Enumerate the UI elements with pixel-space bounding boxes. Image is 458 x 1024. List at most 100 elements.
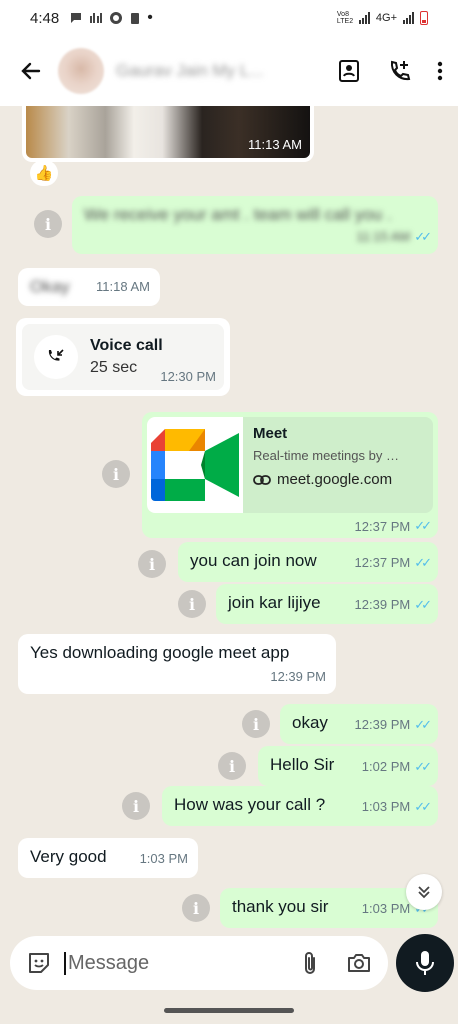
double-chevron-down-icon — [418, 886, 430, 899]
link-title: Meet — [253, 425, 288, 442]
link-preview-card[interactable]: Meet Real-time meetings by … meet.google… — [147, 417, 433, 513]
attach-icon — [305, 952, 315, 974]
message-text: Hello Sir — [270, 755, 335, 774]
outgoing-message[interactable]: okay 12:39 PM ✓✓ — [280, 704, 438, 744]
missed-call-icon — [34, 335, 78, 379]
composer-actions — [302, 950, 372, 976]
message-meta: 12:39 PM ✓✓ — [354, 594, 432, 616]
message-text: you can join now — [190, 551, 317, 570]
message-input[interactable] — [64, 951, 264, 975]
read-ticks-icon: ✓✓ — [414, 799, 432, 814]
message-time: 12:39 PM — [270, 669, 326, 684]
reaction-badge[interactable]: 👍 — [30, 160, 58, 186]
message-text: thank you sir — [232, 897, 329, 916]
read-ticks-icon: ✓✓ — [414, 518, 432, 533]
message-meta: 1:02 PM ✓✓ — [361, 756, 432, 778]
image-message[interactable]: 11:13 AM — [22, 106, 314, 162]
attach-button[interactable] — [302, 950, 318, 976]
message-time: 1:03 PM — [139, 851, 188, 866]
message-time: 12:37 PM — [354, 555, 411, 570]
message-time: 12:39 PM — [354, 717, 411, 732]
scroll-to-bottom-button[interactable] — [406, 874, 442, 910]
camera-button[interactable] — [346, 951, 372, 975]
info-icon[interactable]: i — [218, 752, 246, 780]
message-text: okay — [292, 713, 328, 732]
chat-header: Gaurav Jain My L... — [0, 36, 458, 106]
contact-card-button[interactable] — [336, 58, 362, 84]
mic-icon — [416, 951, 434, 975]
network-activity-icon — [90, 13, 103, 23]
back-button[interactable] — [14, 54, 48, 88]
camera-icon — [348, 954, 370, 972]
message-text: Yes downloading google meet app — [30, 643, 290, 662]
info-icon[interactable]: i — [242, 710, 270, 738]
message-text: How was your call ? — [174, 795, 326, 814]
call-duration: 25 sec — [90, 359, 138, 376]
contact-avatar[interactable] — [58, 48, 104, 94]
outgoing-message[interactable]: We receive your amt . team will call you… — [72, 196, 438, 254]
contact-card-icon — [339, 60, 359, 82]
read-ticks-icon: ✓✓ — [414, 229, 432, 244]
outgoing-message[interactable]: you can join now 12:37 PM ✓✓ — [178, 542, 438, 582]
gesture-nav-handle[interactable] — [164, 1008, 294, 1013]
read-ticks-icon: ✓✓ — [414, 717, 432, 732]
dot-icon: • — [147, 9, 153, 26]
message-meta: 11:18 AM — [96, 276, 150, 298]
info-icon[interactable]: i — [102, 460, 130, 488]
contact-name[interactable]: Gaurav Jain My L... — [116, 61, 296, 81]
volte-label: Vo8 LTE2 — [336, 11, 354, 25]
notification-icons: • — [69, 9, 153, 26]
message-composer — [10, 936, 388, 990]
chat-bubble-icon — [71, 13, 82, 23]
incoming-message[interactable]: Very good 1:03 PM — [18, 838, 198, 878]
signal-icon-2 — [403, 12, 414, 24]
sticker-button[interactable] — [26, 950, 52, 976]
message-meta: 12:39 PM — [270, 666, 326, 688]
voice-call-message[interactable]: Voice call 25 sec 12:30 PM — [16, 318, 230, 396]
add-call-button[interactable] — [386, 58, 412, 84]
incoming-message[interactable]: Okay 11:18 AM — [18, 268, 160, 306]
link-info: Meet Real-time meetings by … meet.google… — [243, 417, 433, 513]
link-url-row[interactable]: meet.google.com — [253, 471, 423, 488]
message-time: 12:30 PM — [160, 369, 216, 384]
message-meta: 12:37 PM ✓✓ — [354, 552, 432, 574]
info-icon[interactable]: i — [182, 894, 210, 922]
read-ticks-icon: ✓✓ — [414, 759, 432, 774]
network-label: 4G+ — [375, 12, 397, 24]
message-time: 11:18 AM — [96, 279, 150, 294]
clipboard-icon — [131, 13, 140, 24]
message-time: 12:39 PM — [354, 597, 411, 612]
message-meta: 12:39 PM ✓✓ — [354, 714, 432, 736]
system-indicators: Vo8 LTE2 4G+ — [337, 11, 428, 25]
add-call-icon — [390, 60, 411, 81]
read-ticks-icon: ✓✓ — [414, 555, 432, 570]
call-title: Voice call — [90, 337, 163, 354]
header-actions — [336, 58, 444, 84]
more-options-button[interactable] — [436, 59, 444, 83]
chat-area[interactable]: 11:13 AM 👍 i We receive your amt . team … — [0, 106, 458, 932]
message-time: 11:15 AM — [356, 229, 411, 244]
link-preview-message[interactable]: Meet Real-time meetings by … meet.google… — [142, 412, 438, 538]
incoming-message[interactable]: Yes downloading google meet app 12:39 PM — [18, 634, 336, 694]
outgoing-message[interactable]: How was your call ? 1:03 PM ✓✓ — [162, 786, 438, 826]
message-text: join kar lijiye — [228, 593, 321, 612]
message-meta: 11:15 AM ✓✓ — [356, 226, 432, 248]
outgoing-message[interactable]: Hello Sir 1:02 PM ✓✓ — [258, 746, 438, 786]
sticker-icon — [29, 953, 49, 973]
outgoing-message[interactable]: join kar lijiye 12:39 PM ✓✓ — [216, 584, 438, 624]
info-icon[interactable]: i — [178, 590, 206, 618]
message-text: We receive your amt . team will call you… — [84, 205, 392, 224]
mic-button[interactable] — [396, 934, 454, 992]
message-meta: 1:03 PM — [140, 848, 188, 870]
message-time: 1:02 PM — [361, 759, 411, 774]
message-time: 11:13 AM — [248, 137, 302, 152]
info-icon[interactable]: i — [122, 792, 150, 820]
message-time: 12:37 PM — [354, 518, 411, 534]
back-arrow-icon — [21, 62, 41, 80]
info-icon[interactable]: i — [34, 210, 62, 238]
whatsapp-icon — [110, 12, 123, 24]
link-icon — [253, 474, 271, 485]
message-text: Okay — [30, 277, 70, 296]
message-meta: 1:03 PM✓✓ — [362, 796, 432, 818]
info-icon[interactable]: i — [138, 550, 166, 578]
